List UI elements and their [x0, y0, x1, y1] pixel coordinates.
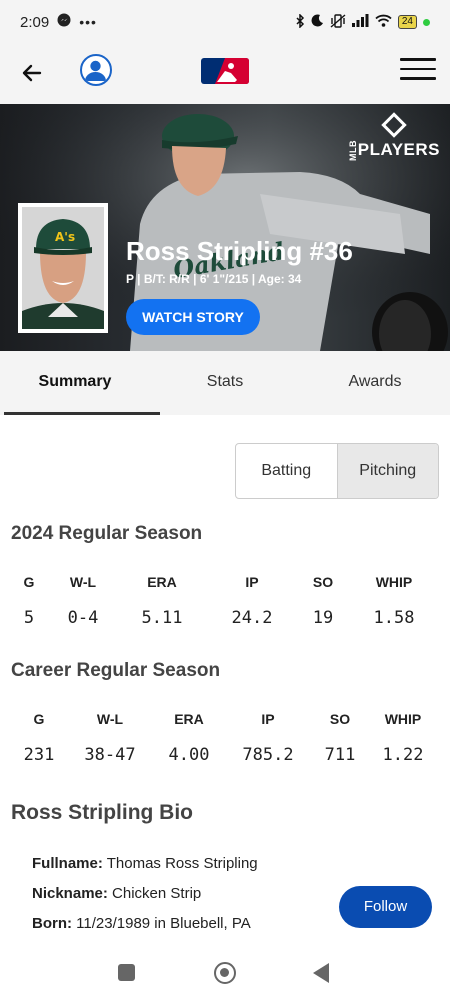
home-circle-icon[interactable]	[214, 962, 236, 984]
season-header-so: SO	[312, 574, 334, 590]
mlb-logo[interactable]	[201, 58, 249, 84]
status-bar: 2:09 ••• 24	[0, 0, 450, 44]
season-header-ip: IP	[245, 574, 259, 590]
battery-icon: 24	[397, 15, 417, 29]
career-value-g: 231	[23, 745, 55, 765]
recents-square-icon[interactable]	[118, 964, 135, 981]
batting-pitching-toggle: Batting Pitching	[235, 443, 439, 499]
bio-born: Born: 11/23/1989 in Bluebell, PA	[32, 915, 251, 932]
svg-text:A's: A's	[55, 230, 75, 244]
back-arrow-icon[interactable]	[18, 58, 48, 88]
tab-summary[interactable]: Summary	[0, 351, 160, 415]
career-header-whip: WHIP	[384, 711, 422, 727]
batting-toggle-button[interactable]: Batting	[236, 444, 337, 498]
messenger-icon	[57, 13, 71, 31]
season-header-era: ERA	[147, 574, 177, 590]
season-header-wl: W-L	[69, 574, 97, 590]
career-value-wl: 38-47	[84, 745, 136, 765]
players-logo-prefix: MLB	[347, 140, 358, 162]
season-value-g: 5	[23, 608, 35, 628]
tab-awards[interactable]: Awards	[300, 351, 450, 415]
bio-fullname-value: Thomas Ross Stripling	[106, 855, 258, 872]
signal-icon	[351, 14, 369, 30]
follow-button[interactable]: Follow	[339, 886, 432, 928]
back-triangle-icon[interactable]	[313, 963, 329, 983]
season-value-ip: 24.2	[231, 608, 273, 628]
season-header-g: G	[23, 574, 35, 590]
season-value-wl: 0-4	[67, 608, 99, 628]
bio-born-label: Born:	[32, 915, 72, 932]
bio-nickname-label: Nickname:	[32, 885, 108, 902]
app-header	[0, 44, 450, 104]
bio-nickname-value: Chicken Strip	[112, 885, 202, 902]
career-value-so: 711	[324, 745, 356, 765]
season-header-whip: WHIP	[375, 574, 413, 590]
bio-fullname: Fullname: Thomas Ross Stripling	[32, 855, 258, 872]
players-logo-text: PLAYERS	[357, 140, 440, 159]
player-meta: P | B/T: R/R | 6' 1"/215 | Age: 34	[126, 272, 302, 286]
player-headshot: A's	[18, 203, 108, 333]
hamburger-menu-icon[interactable]	[400, 58, 436, 84]
career-header-g: G	[33, 711, 45, 727]
player-tabs: Summary Stats Awards	[0, 351, 450, 415]
season-title: 2024 Regular Season	[11, 523, 203, 544]
tab-stats[interactable]: Stats	[150, 351, 300, 415]
player-hero: Oakland MLBPLAYERS A's Ross Stripling #3…	[0, 104, 450, 351]
players-diamond-icon	[381, 112, 407, 138]
status-time: 2:09	[20, 13, 50, 31]
season-value-so: 19	[312, 608, 334, 628]
watch-story-button[interactable]: WATCH STORY	[126, 299, 260, 335]
mlb-players-logo: MLBPLAYERS	[347, 112, 440, 162]
career-header-ip: IP	[261, 711, 275, 727]
wifi-icon	[375, 14, 392, 30]
charging-dot-icon	[423, 18, 430, 26]
career-header-wl: W-L	[96, 711, 124, 727]
career-value-era: 4.00	[168, 745, 210, 765]
more-dots-icon: •••	[79, 14, 97, 30]
career-header-era: ERA	[174, 711, 204, 727]
bio-title: Ross Stripling Bio	[11, 801, 194, 824]
pitching-toggle-button[interactable]: Pitching	[336, 444, 438, 498]
career-title: Career Regular Season	[11, 660, 221, 681]
bio-born-value: 11/23/1989 in Bluebell, PA	[76, 915, 251, 932]
season-value-era: 5.11	[141, 608, 183, 628]
player-name: Ross Stripling #36	[126, 236, 353, 266]
career-value-ip: 785.2	[242, 745, 294, 765]
bio-fullname-label: Fullname:	[32, 855, 103, 872]
season-value-whip: 1.58	[373, 608, 415, 628]
system-nav-bar	[0, 946, 450, 1000]
career-value-whip: 1.22	[382, 745, 424, 765]
bio-nickname: Nickname: Chicken Strip	[32, 885, 201, 902]
career-header-so: SO	[329, 711, 351, 727]
moon-icon	[311, 14, 324, 30]
profile-icon[interactable]	[80, 54, 112, 86]
vibrate-icon	[330, 13, 346, 31]
bluetooth-icon	[295, 12, 305, 31]
